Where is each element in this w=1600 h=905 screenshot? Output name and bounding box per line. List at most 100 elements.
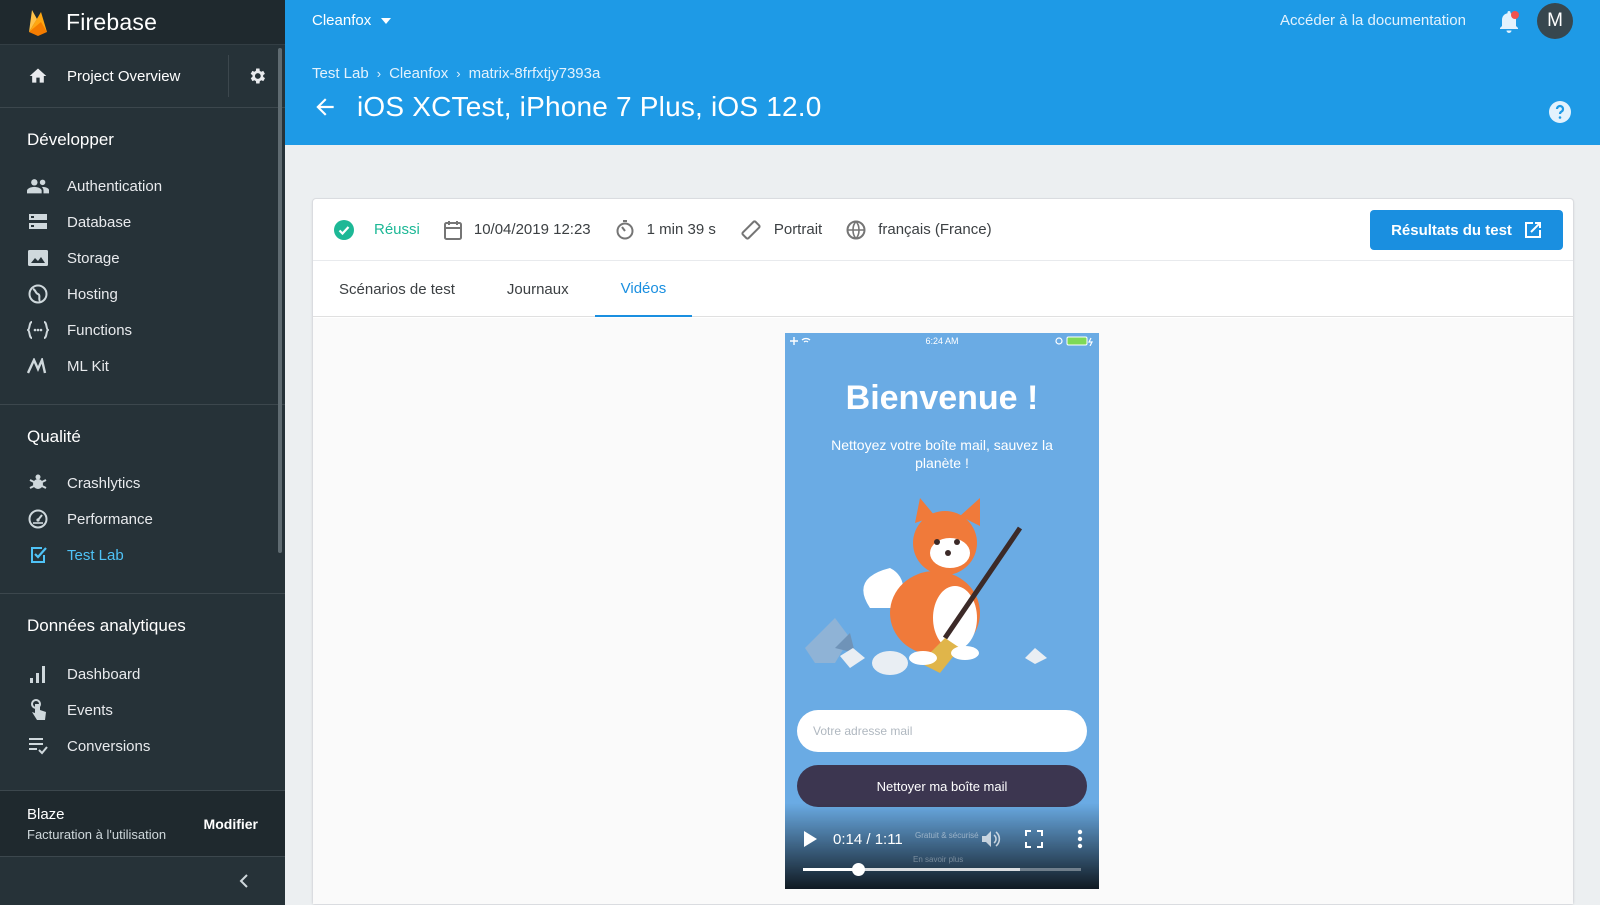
- calendar-icon: [443, 220, 462, 240]
- date-label: 10/04/2019 12:23: [473, 221, 591, 238]
- plan-name: Blaze: [27, 805, 65, 823]
- status-bar: Réussi 10/04/2019 12:23 1 min 39 s Portr…: [313, 199, 1573, 261]
- chevron-right-icon: ›: [376, 66, 382, 81]
- image-folder-icon: [27, 247, 49, 269]
- sidebar-item-label: Dashboard: [67, 665, 141, 683]
- sidebar-item-label: Crashlytics: [67, 474, 141, 492]
- video-progress-bar[interactable]: [803, 863, 1081, 876]
- test-results-button[interactable]: Résultats du test: [1370, 210, 1563, 250]
- sidebar-item-label: Authentication: [67, 177, 163, 195]
- sidebar-item-events[interactable]: Events: [0, 692, 285, 728]
- breadcrumb-item-test-lab[interactable]: Test Lab: [312, 65, 369, 82]
- title-row: iOS XCTest, iPhone 7 Plus, iOS 12.0: [312, 91, 822, 123]
- video-player[interactable]: 6:24 AM Bienvenue ! Nettoyez votre boîte…: [785, 333, 1099, 889]
- bar-chart-icon: [27, 663, 49, 685]
- sidebar-item-storage[interactable]: Storage: [0, 240, 285, 276]
- section-title-develop: Développer: [27, 130, 114, 149]
- battery-icon: [1055, 336, 1093, 346]
- test-results-button-label: Résultats du test: [1391, 221, 1512, 239]
- fullscreen-icon[interactable]: [1025, 830, 1043, 848]
- video-time: 0:14 / 1:11: [833, 830, 903, 848]
- sidebar-item-label: ML Kit: [67, 357, 109, 375]
- test-orientation: Portrait: [740, 219, 822, 241]
- globe-icon: [846, 220, 866, 240]
- check-circle-icon: [334, 219, 354, 240]
- clean-mailbox-button[interactable]: Nettoyer ma boîte mail: [797, 765, 1087, 807]
- sidebar-item-hosting[interactable]: Hosting: [0, 276, 285, 312]
- breadcrumb-item-project[interactable]: Cleanfox: [389, 65, 448, 82]
- sidebar-item-ml-kit[interactable]: ML Kit: [0, 348, 285, 384]
- test-lab-icon: [27, 544, 49, 566]
- locale-label: français (France): [878, 221, 992, 238]
- docs-link[interactable]: Accéder à la documentation: [1280, 12, 1466, 29]
- touch-icon: [27, 699, 49, 721]
- sidebar-item-label: Conversions: [67, 737, 151, 755]
- tab-logs[interactable]: Journaux: [481, 261, 595, 317]
- sidebar-item-label: Events: [67, 701, 113, 719]
- video-controls-row: 0:14 / 1:11: [803, 829, 1083, 849]
- sidebar-item-functions[interactable]: Functions: [0, 312, 285, 348]
- sidebar-item-database[interactable]: Database: [0, 204, 285, 240]
- back-arrow-icon[interactable]: [312, 94, 338, 120]
- ml-kit-icon: [27, 355, 49, 377]
- modify-plan-button[interactable]: Modifier: [204, 816, 258, 832]
- page-title: iOS XCTest, iPhone 7 Plus, iOS 12.0: [357, 91, 822, 122]
- learn-more-text: En savoir plus: [913, 855, 964, 864]
- sidebar-item-test-lab[interactable]: Test Lab: [0, 537, 285, 573]
- tab-bar: Scénarios de test Journaux Vidéos: [313, 261, 1573, 317]
- project-overview[interactable]: Project Overview: [0, 44, 285, 108]
- play-icon[interactable]: [803, 831, 817, 847]
- functions-icon: [27, 319, 49, 341]
- chevron-right-icon: ›: [456, 66, 461, 81]
- sidebar-item-label: Functions: [67, 321, 133, 339]
- played-bar: [803, 868, 858, 871]
- header: Cleanfox Accéder à la documentation M Te…: [285, 0, 1600, 145]
- brand[interactable]: Firebase: [0, 0, 285, 44]
- sidebar-item-performance[interactable]: Performance: [0, 501, 285, 537]
- project-selector[interactable]: Cleanfox: [312, 12, 392, 29]
- open-in-new-icon: [1524, 222, 1541, 238]
- video-controls: Gratuit & sécurisé En savoir plus 0:14 /…: [785, 803, 1099, 889]
- section-title-quality: Qualité: [27, 427, 81, 446]
- project-overview-label: Project Overview: [67, 67, 181, 85]
- email-input[interactable]: Votre adresse mail: [797, 710, 1087, 752]
- sidebar-item-label: Storage: [67, 249, 120, 267]
- result-status: Réussi: [334, 219, 420, 240]
- collapse-sidebar-button[interactable]: [0, 856, 285, 905]
- sidebar-scrollbar[interactable]: [278, 48, 282, 553]
- duration-label: 1 min 39 s: [646, 221, 716, 238]
- gear-icon: [250, 68, 265, 84]
- section-analytics: Données analytiques Dashboard Events Con…: [0, 594, 285, 764]
- globe-icon: [27, 283, 49, 305]
- progress-knob[interactable]: [851, 863, 865, 876]
- chevron-left-icon: [239, 874, 248, 888]
- billing-plan: Blaze Facturation à l'utilisation Modifi…: [0, 790, 285, 856]
- sidebar-item-label: Hosting: [67, 285, 118, 303]
- avatar[interactable]: M: [1537, 3, 1573, 39]
- section-quality: Qualité Crashlytics Performance Test Lab: [0, 405, 285, 594]
- help-icon[interactable]: [1548, 100, 1572, 124]
- breadcrumb-item-matrix[interactable]: matrix-8frfxtjy7393a: [469, 65, 601, 82]
- sidebar-item-conversions[interactable]: Conversions: [0, 728, 285, 764]
- breadcrumb: Test Lab › Cleanfox › matrix-8frfxtjy739…: [312, 65, 600, 82]
- tab-videos[interactable]: Vidéos: [594, 261, 693, 317]
- home-icon: [29, 68, 47, 83]
- settings-button[interactable]: [228, 55, 285, 97]
- screen-rotation-icon: [740, 219, 762, 241]
- firebase-logo-icon: [29, 10, 47, 36]
- more-vertical-icon[interactable]: [1077, 829, 1083, 849]
- volume-icon[interactable]: [981, 830, 1001, 848]
- sidebar-item-label: Test Lab: [67, 546, 124, 564]
- sidebar-item-label: Database: [67, 213, 132, 231]
- tab-test-scenarios[interactable]: Scénarios de test: [313, 261, 481, 317]
- sidebar-item-authentication[interactable]: Authentication: [0, 168, 285, 204]
- device-clock: 6:24 AM: [925, 336, 959, 346]
- people-icon: [27, 175, 49, 197]
- notifications-bell-icon[interactable]: [1497, 9, 1521, 35]
- timer-icon: [615, 219, 635, 240]
- sidebar-item-dashboard[interactable]: Dashboard: [0, 656, 285, 692]
- sidebar-item-crashlytics[interactable]: Crashlytics: [0, 465, 285, 501]
- test-duration: 1 min 39 s: [615, 219, 716, 240]
- welcome-heading: Bienvenue !: [845, 379, 1039, 417]
- section-title-analytics: Données analytiques: [27, 616, 186, 635]
